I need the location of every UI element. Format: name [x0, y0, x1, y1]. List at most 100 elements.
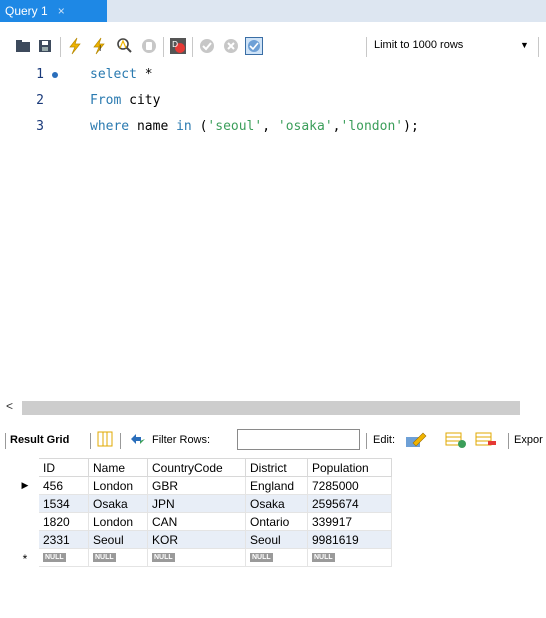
column-header[interactable]: ID	[38, 458, 89, 477]
result-grid-tab[interactable]: Result Grid	[10, 434, 69, 446]
cell[interactable]: London	[88, 512, 148, 531]
filter-rows-label: Filter Rows:	[152, 434, 211, 446]
limit-rows-select[interactable]: Limit to 1000 rows	[374, 39, 463, 51]
cell[interactable]: JPN	[147, 494, 246, 513]
open-folder-icon[interactable]	[14, 37, 32, 55]
cell[interactable]: GBR	[147, 476, 246, 495]
toolbar-separator	[366, 37, 367, 57]
null-badge: NULL	[93, 552, 116, 562]
cell[interactable]: Seoul	[88, 530, 148, 549]
code-text: (	[191, 119, 208, 134]
save-icon[interactable]	[36, 37, 54, 55]
keyword: where	[90, 119, 130, 134]
keyword: in	[176, 119, 192, 134]
toolbar-separator	[508, 433, 509, 449]
string-literal: 'osaka'	[277, 119, 333, 134]
cell[interactable]: KOR	[147, 530, 246, 549]
null-badge: NULL	[152, 552, 175, 562]
edit-label: Edit:	[373, 434, 396, 446]
code-line-1: select *	[90, 67, 153, 82]
scrollbar-thumb[interactable]	[22, 401, 520, 415]
code-line-3: where name in ('seoul', 'osaka','london'…	[90, 119, 419, 134]
new-row[interactable]: * NULL NULL NULL NULL NULL	[11, 548, 392, 567]
filter-rows-input[interactable]	[237, 429, 360, 450]
result-grid[interactable]: ID Name CountryCode District Population …	[11, 458, 392, 567]
column-header[interactable]: Name	[88, 458, 148, 477]
column-header[interactable]: District	[245, 458, 308, 477]
line-number: 2	[36, 93, 44, 108]
commit-icon[interactable]	[198, 37, 216, 55]
cell[interactable]: London	[88, 476, 148, 495]
sql-editor[interactable]: 1 select * 2 From city 3 where name in (…	[0, 62, 546, 392]
string-literal: 'seoul'	[207, 119, 263, 134]
cell[interactable]: NULL	[307, 548, 392, 567]
cell[interactable]: Osaka	[88, 494, 148, 513]
table-row[interactable]: ▶ 456 London GBR England 7285000	[11, 476, 392, 495]
null-badge: NULL	[250, 552, 273, 562]
code-text: *	[136, 67, 153, 82]
keyword: From	[90, 93, 122, 108]
cell[interactable]: 456	[38, 476, 89, 495]
cell[interactable]: Ontario	[245, 512, 308, 531]
line-number: 1	[36, 67, 44, 82]
cell[interactable]: NULL	[88, 548, 148, 567]
toggle-error-icon[interactable]: D	[169, 37, 187, 55]
toolbar-separator	[120, 433, 121, 449]
autocommit-icon[interactable]	[245, 37, 263, 55]
keyword: select	[90, 67, 137, 82]
line-number: 3	[36, 119, 44, 134]
cell[interactable]: 2331	[38, 530, 89, 549]
cell[interactable]: 9981619	[307, 530, 392, 549]
editor-line: 3 where name in ('seoul', 'osaka','londo…	[0, 119, 546, 137]
explain-icon[interactable]	[116, 37, 134, 55]
cell[interactable]: 2595674	[307, 494, 392, 513]
cell[interactable]: England	[245, 476, 308, 495]
edit-row-icon[interactable]	[405, 431, 427, 452]
code-text: name	[129, 119, 177, 134]
table-row[interactable]: 1534 Osaka JPN Osaka 2595674	[11, 494, 392, 513]
string-literal: 'london'	[340, 119, 404, 134]
table-row[interactable]: 2331 Seoul KOR Seoul 9981619	[11, 530, 392, 549]
cell[interactable]: CAN	[147, 512, 246, 531]
toolbar-separator	[163, 37, 164, 57]
cell[interactable]: 7285000	[307, 476, 392, 495]
grid-layout-icon[interactable]	[97, 431, 113, 450]
scroll-left-icon[interactable]: <	[6, 399, 13, 413]
svg-text:I: I	[99, 44, 101, 53]
toolbar-separator	[90, 433, 91, 449]
close-tab-icon[interactable]: ×	[58, 4, 65, 18]
horizontal-scrollbar[interactable]: <	[0, 399, 546, 415]
new-row-icon: *	[11, 548, 39, 567]
column-header[interactable]: CountryCode	[147, 458, 246, 477]
cell[interactable]: 1534	[38, 494, 89, 513]
cell[interactable]: NULL	[147, 548, 246, 567]
null-badge: NULL	[43, 552, 66, 562]
sql-toolbar: I D Limit to 1000 rows ▼	[0, 33, 546, 59]
cell[interactable]: NULL	[38, 548, 89, 567]
toolbar-separator	[538, 37, 539, 57]
add-row-icon[interactable]	[445, 431, 467, 452]
table-row[interactable]: 1820 London CAN Ontario 339917	[11, 512, 392, 531]
stop-icon[interactable]	[140, 37, 158, 55]
code-text: ,	[262, 119, 278, 134]
export-button[interactable]: Expor	[514, 434, 543, 446]
execute-current-icon[interactable]: I	[90, 37, 108, 55]
cell[interactable]: Osaka	[245, 494, 308, 513]
code-text: );	[403, 119, 419, 134]
cell[interactable]: Seoul	[245, 530, 308, 549]
chevron-down-icon[interactable]: ▼	[520, 40, 529, 50]
column-header[interactable]: Population	[307, 458, 392, 477]
tab-strip: Query 1 ×	[0, 0, 546, 22]
svg-text:D: D	[172, 40, 178, 49]
execute-icon[interactable]	[66, 37, 84, 55]
current-row-icon: ▶	[11, 476, 39, 495]
rollback-icon[interactable]	[222, 37, 240, 55]
cell[interactable]: NULL	[245, 548, 308, 567]
refresh-icon[interactable]	[129, 431, 147, 450]
delete-row-icon[interactable]	[475, 431, 497, 452]
cell[interactable]: 339917	[307, 512, 392, 531]
statement-marker-icon	[52, 72, 58, 78]
tab-query-1[interactable]: Query 1 ×	[0, 0, 107, 22]
cell[interactable]: 1820	[38, 512, 89, 531]
results-toolbar: Result Grid Filter Rows: Edit: Expor	[0, 428, 546, 454]
